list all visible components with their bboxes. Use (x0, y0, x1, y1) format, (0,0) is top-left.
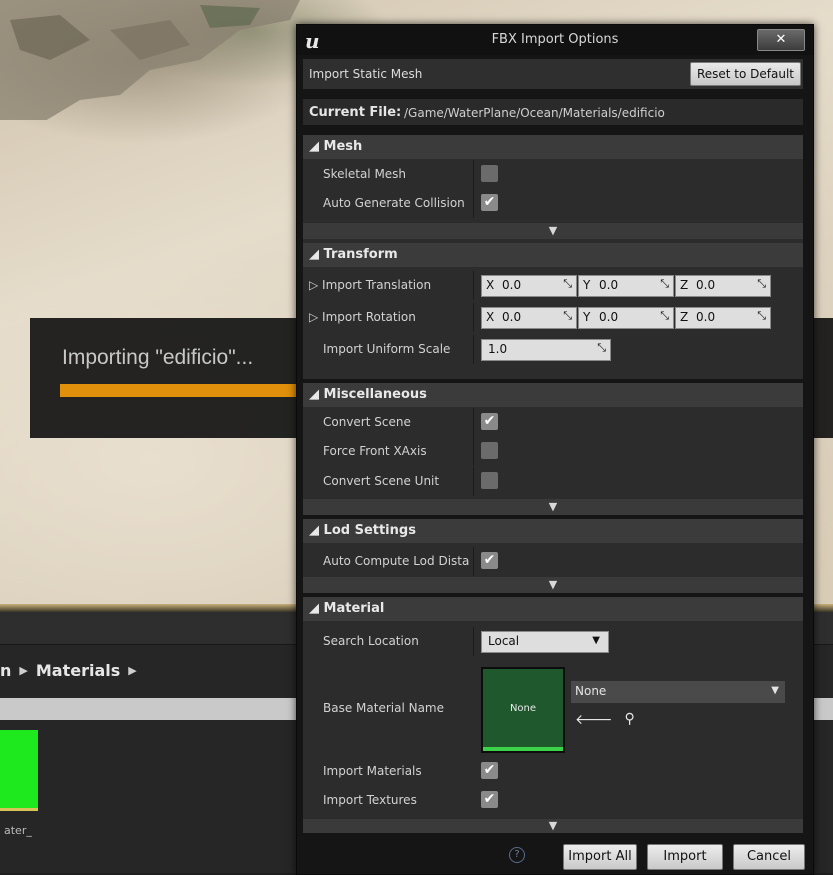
browse-search-icon[interactable]: ⚲ (625, 711, 635, 728)
row-search-location: Search Location Local ▼ (303, 627, 803, 656)
rotation-y-field[interactable]: Y 0.0 ⤡ (578, 307, 674, 329)
expand-advanced-arrow-icon[interactable]: ▼ (303, 223, 803, 239)
expand-advanced-arrow-icon[interactable]: ▼ (303, 577, 803, 593)
spinner-icon: ⤡ (660, 309, 669, 322)
fbx-import-dialog: u FBX Import Options ✕ Import Static Mes… (296, 24, 814, 875)
convert-scene-checkbox[interactable]: ✔ (481, 413, 498, 430)
spinner-icon: ⤡ (757, 309, 766, 322)
section-header-material[interactable]: ◢ Material (303, 597, 803, 621)
base-material-combo[interactable]: None ▼ (571, 681, 785, 703)
section-header-transform[interactable]: ◢ Transform (303, 243, 803, 267)
skeletal-mesh-checkbox[interactable] (481, 165, 498, 182)
row-auto-generate-collision: Auto Generate Collision ✔ (303, 189, 803, 218)
breadcrumb: n ▶ Materials ▶ (0, 656, 137, 684)
current-file-label: Current File: (309, 105, 402, 120)
import-type-label: Import Static Mesh (309, 67, 423, 81)
force-front-xaxis-checkbox[interactable] (481, 442, 498, 459)
auto-compute-lod-checkbox[interactable]: ✔ (481, 552, 498, 569)
spinner-icon: ⤡ (563, 309, 572, 322)
dialog-titlebar[interactable]: u FBX Import Options ✕ (297, 25, 813, 55)
row-skeletal-mesh: Skeletal Mesh (303, 160, 803, 189)
breadcrumb-arrow-icon[interactable]: ▶ (128, 664, 136, 677)
row-import-uniform-scale: Import Uniform Scale 1.0 ⤡ (303, 335, 803, 364)
section-mesh: ◢ Mesh Skeletal Mesh Auto Generate Colli… (303, 135, 803, 243)
spinner-icon: ⤡ (597, 341, 606, 354)
spinner-icon: ⤡ (563, 277, 572, 290)
section-lod-settings: ◢ Lod Settings Auto Compute Lod Dista ✔ … (303, 519, 803, 593)
dropdown-arrow-icon: ▼ (771, 685, 779, 696)
import-materials-label: Import Materials (323, 764, 422, 778)
import-uniform-scale-label: Import Uniform Scale (323, 342, 451, 356)
current-file-path: /Game/WaterPlane/Ocean/Materials/edifici… (404, 106, 665, 120)
section-header-miscellaneous[interactable]: ◢ Miscellaneous (303, 383, 803, 407)
expand-advanced-arrow-icon[interactable]: ▼ (303, 819, 803, 833)
import-type-bar: Import Static Mesh Reset to Default (303, 59, 803, 89)
import-textures-label: Import Textures (323, 793, 417, 807)
row-base-material-name: Base Material Name None None ▼ 🡐 ⚲ (303, 659, 803, 761)
row-import-materials: Import Materials ✔ (303, 757, 803, 786)
help-icon[interactable]: ? (509, 847, 525, 863)
base-material-name-label: Base Material Name (323, 701, 445, 715)
import-progress-bar (60, 384, 320, 397)
current-file-bar: Current File: /Game/WaterPlane/Ocean/Mat… (303, 99, 803, 125)
import-textures-checkbox[interactable]: ✔ (481, 791, 498, 808)
breadcrumb-item-materials[interactable]: Materials (36, 661, 120, 680)
breadcrumb-item-prev[interactable]: n (0, 661, 11, 680)
import-button[interactable]: Import (647, 844, 723, 870)
translation-y-field[interactable]: Y 0.0 ⤡ (578, 275, 674, 297)
import-all-button[interactable]: Import All (563, 844, 637, 870)
section-miscellaneous: ◢ Miscellaneous Convert Scene ✔ Force Fr… (303, 383, 803, 515)
section-header-mesh[interactable]: ◢ Mesh (303, 135, 803, 159)
auto-generate-collision-label: Auto Generate Collision (323, 196, 465, 210)
import-materials-checkbox[interactable]: ✔ (481, 762, 498, 779)
row-import-rotation: ▷ Import Rotation X 0.0 ⤡ Y 0.0 ⤡ Z 0.0 ⤡ (303, 303, 803, 332)
row-convert-scene-unit: Convert Scene Unit (303, 467, 803, 496)
use-selected-arrow-icon[interactable]: 🡐 (575, 711, 613, 728)
asset-label: ater_ (4, 824, 32, 837)
search-location-label: Search Location (323, 634, 419, 648)
dropdown-arrow-icon: ▼ (592, 635, 600, 646)
auto-generate-collision-checkbox[interactable]: ✔ (481, 194, 498, 211)
rotation-z-field[interactable]: Z 0.0 ⤡ (675, 307, 771, 329)
row-import-textures: Import Textures ✔ (303, 786, 803, 815)
section-material: ◢ Material Search Location Local ▼ Base M… (303, 597, 803, 833)
close-button[interactable]: ✕ (757, 29, 805, 51)
force-front-xaxis-label: Force Front XAxis (323, 444, 427, 458)
uniform-scale-field[interactable]: 1.0 ⤡ (481, 339, 611, 361)
spinner-icon: ⤡ (660, 277, 669, 290)
rotation-x-field[interactable]: X 0.0 ⤡ (481, 307, 577, 329)
reset-to-default-button[interactable]: Reset to Default (689, 62, 801, 86)
convert-scene-label: Convert Scene (323, 415, 411, 429)
auto-compute-lod-label: Auto Compute Lod Dista (323, 554, 470, 568)
section-header-lod[interactable]: ◢ Lod Settings (303, 519, 803, 543)
row-force-front-xaxis: Force Front XAxis (303, 437, 803, 466)
row-import-translation: ▷ Import Translation X 0.0 ⤡ Y 0.0 ⤡ Z 0.0 ⤡ (303, 271, 803, 300)
search-location-select[interactable]: Local ▼ (481, 631, 609, 653)
row-convert-scene: Convert Scene ✔ (303, 408, 803, 437)
expand-advanced-arrow-icon[interactable]: ▼ (303, 499, 803, 515)
translation-x-field[interactable]: X 0.0 ⤡ (481, 275, 577, 297)
dialog-footer: ? Import All Import Cancel (297, 837, 813, 874)
base-material-thumbnail[interactable]: None (481, 667, 565, 753)
section-transform: ◢ Transform ▷ Import Translation X 0.0 ⤡ Y… (303, 243, 803, 379)
breadcrumb-arrow-icon[interactable]: ▶ (19, 664, 27, 677)
importing-text: Importing "edificio"... (62, 346, 254, 369)
import-rotation-label[interactable]: ▷ Import Rotation (309, 310, 459, 324)
dialog-title: FBX Import Options (491, 32, 619, 47)
cancel-button[interactable]: Cancel (733, 844, 805, 870)
rocks-decoration (0, 0, 300, 120)
skeletal-mesh-label: Skeletal Mesh (323, 167, 407, 181)
row-auto-compute-lod: Auto Compute Lod Dista ✔ (303, 547, 803, 576)
import-translation-label[interactable]: ▷ Import Translation (309, 278, 459, 292)
spinner-icon: ⤡ (757, 277, 766, 290)
convert-scene-unit-checkbox[interactable] (481, 472, 498, 489)
translation-z-field[interactable]: Z 0.0 ⤡ (675, 275, 771, 297)
convert-scene-unit-label: Convert Scene Unit (323, 474, 440, 488)
asset-thumbnail[interactable] (0, 730, 38, 811)
